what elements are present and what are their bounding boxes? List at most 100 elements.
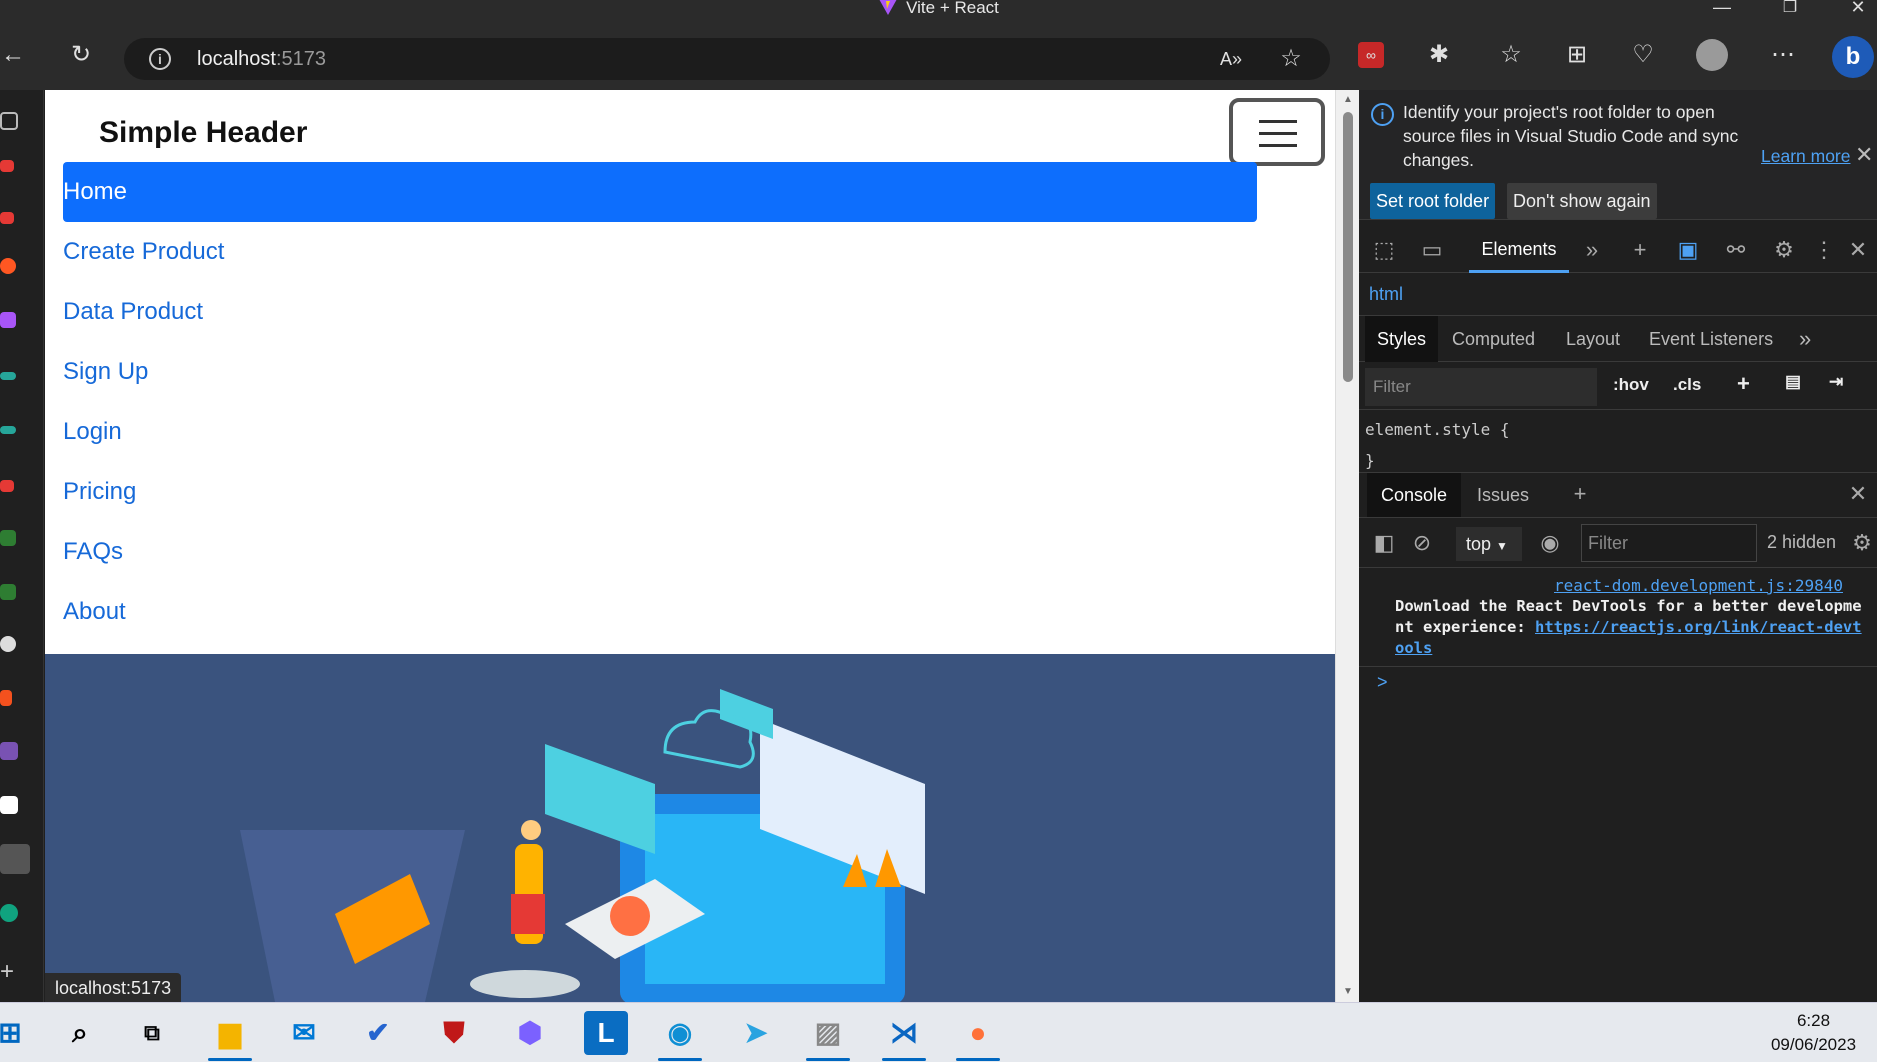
back-icon[interactable]: ← xyxy=(0,38,30,72)
nav-link-create-product[interactable]: Create Product xyxy=(63,222,1257,282)
url-text[interactable]: localhost:5173 xyxy=(197,48,326,71)
youtube-tab-icon[interactable] xyxy=(0,480,14,492)
task-view-icon[interactable]: ⧉ xyxy=(130,1011,174,1055)
youtube-tab-icon[interactable] xyxy=(0,160,14,172)
address-bar[interactable]: i localhost:5173 A» ☆ xyxy=(124,38,1330,80)
tab-actions-icon[interactable] xyxy=(0,112,18,130)
app-tab-icon[interactable] xyxy=(0,372,16,380)
refresh-icon[interactable]: ↻ xyxy=(64,38,98,72)
clear-console-icon[interactable]: ⊘ xyxy=(1407,528,1437,558)
styles-filter-input[interactable]: Filter xyxy=(1365,368,1597,406)
profile-avatar-icon[interactable] xyxy=(1696,39,1728,71)
sheets-tab-icon[interactable] xyxy=(0,530,16,546)
nav-link-data-product[interactable]: Data Product xyxy=(63,282,1257,342)
inspect-element-icon[interactable]: ⬚ xyxy=(1369,235,1399,265)
new-style-rule-icon[interactable]: + xyxy=(1737,371,1750,397)
nav-link-about[interactable]: About xyxy=(63,582,1257,642)
console-filter-input[interactable]: Filter xyxy=(1581,524,1757,562)
element-style-open[interactable]: element.style { xyxy=(1365,414,1510,445)
favorites-list-icon[interactable]: ☆ xyxy=(1494,38,1528,72)
active-vite-tab-icon[interactable] xyxy=(0,844,30,874)
scrollbar-thumb[interactable] xyxy=(1343,112,1353,382)
photos-app-icon[interactable]: ▨ xyxy=(806,1011,850,1061)
close-window-button[interactable]: ✕ xyxy=(1838,0,1877,18)
reddit-tab-icon[interactable] xyxy=(0,258,16,274)
settings-gear-icon[interactable]: ⚙ xyxy=(1769,235,1799,265)
nav-link-pricing[interactable]: Pricing xyxy=(63,462,1257,522)
tab-elements[interactable]: Elements xyxy=(1469,227,1569,273)
file-explorer-icon[interactable]: ▆ xyxy=(208,1011,252,1061)
console-sidebar-icon[interactable]: ◧ xyxy=(1369,528,1399,558)
add-tab-plus-icon[interactable]: + xyxy=(1625,235,1655,265)
dont-show-again-button[interactable]: Don't show again xyxy=(1507,183,1657,219)
extension-red-icon[interactable]: ∞ xyxy=(1358,42,1384,68)
telegram-icon[interactable]: ➤ xyxy=(734,1011,778,1055)
network-conditions-icon[interactable]: ⚯ xyxy=(1721,235,1751,265)
mcafee-shield-icon[interactable]: ⛊ xyxy=(432,1011,476,1055)
log-source-link[interactable]: react-dom.development.js:29840 xyxy=(1554,576,1843,595)
console-prompt[interactable]: > xyxy=(1377,672,1388,693)
hov-toggle[interactable]: :hov xyxy=(1613,375,1649,395)
tab-console[interactable]: Console xyxy=(1367,473,1462,517)
office-app-icon[interactable]: ⬢ xyxy=(508,1011,552,1055)
context-select[interactable]: top ▼ xyxy=(1456,527,1522,561)
console-settings-gear-icon[interactable]: ⚙ xyxy=(1847,528,1877,558)
sheets-tab-icon[interactable] xyxy=(0,584,16,600)
close-infobar-icon[interactable]: ✕ xyxy=(1855,142,1873,168)
system-clock[interactable]: 6:28 09/06/2023 xyxy=(1750,1009,1877,1057)
firefox-icon[interactable]: ● xyxy=(956,1011,1000,1061)
nav-link-faqs[interactable]: FAQs xyxy=(63,522,1257,582)
subtab-layout[interactable]: Layout xyxy=(1566,316,1620,362)
app-tab-icon[interactable] xyxy=(0,426,16,434)
feedback-icon[interactable]: ▣ xyxy=(1673,235,1703,265)
devtools-menu-icon[interactable]: ⋮ xyxy=(1809,235,1839,265)
learn-more-link[interactable]: Learn more xyxy=(1761,146,1851,167)
mail-icon[interactable]: ✉ xyxy=(282,1011,326,1055)
search-icon[interactable]: ⌕ xyxy=(58,1011,102,1055)
page-scrollbar[interactable]: ▲ ▼ xyxy=(1335,90,1359,1002)
navbar-brand[interactable]: Simple Header xyxy=(99,116,307,150)
paint-brush-icon[interactable]: ▤ xyxy=(1785,372,1801,392)
breadcrumb-html[interactable]: html xyxy=(1369,282,1403,307)
subtab-computed[interactable]: Computed xyxy=(1452,316,1535,362)
github-tab-icon[interactable] xyxy=(0,636,16,652)
notion-tab-icon[interactable] xyxy=(0,796,18,814)
cls-toggle[interactable]: .cls xyxy=(1673,375,1701,395)
extensions-puzzle-icon[interactable]: ✱ xyxy=(1422,38,1456,72)
tab-issues[interactable]: Issues xyxy=(1477,473,1529,517)
scroll-up-icon[interactable]: ▲ xyxy=(1342,94,1354,105)
nav-link-login[interactable]: Login xyxy=(63,402,1257,462)
vscode-icon[interactable]: ⋊ xyxy=(882,1011,926,1061)
youtube-tab-icon[interactable] xyxy=(0,212,14,224)
toggle-sidebar-icon[interactable]: ⇥ xyxy=(1829,372,1843,392)
site-info-icon[interactable]: i xyxy=(149,48,171,70)
close-devtools-icon[interactable]: ✕ xyxy=(1843,235,1873,265)
restore-button[interactable]: ❐ xyxy=(1770,0,1810,17)
favorite-star-icon[interactable]: ☆ xyxy=(1274,42,1308,76)
collections-icon[interactable]: ⊞ xyxy=(1560,38,1594,72)
bootstrap-tab-icon[interactable] xyxy=(0,742,18,760)
navbar-toggler-button[interactable] xyxy=(1229,98,1325,166)
start-windows-icon[interactable]: ⊞ xyxy=(0,1011,32,1055)
live-expression-eye-icon[interactable]: ◉ xyxy=(1535,528,1565,558)
more-tabs-chevron-icon[interactable]: » xyxy=(1577,235,1607,265)
more-subtabs-chevron-icon[interactable]: » xyxy=(1799,316,1811,362)
browser-essentials-icon[interactable]: ♡ xyxy=(1626,38,1660,72)
nav-link-sign-up[interactable]: Sign Up xyxy=(63,342,1257,402)
subtab-styles[interactable]: Styles xyxy=(1365,316,1439,362)
new-tab-plus-icon[interactable]: + xyxy=(0,958,22,985)
minimize-button[interactable]: — xyxy=(1702,0,1742,18)
device-toolbar-icon[interactable]: ▭ xyxy=(1417,235,1447,265)
bing-copilot-icon[interactable]: b xyxy=(1832,36,1874,78)
more-menu-icon[interactable]: ⋯ xyxy=(1766,38,1800,72)
todo-check-icon[interactable]: ✔ xyxy=(356,1011,400,1055)
scroll-down-icon[interactable]: ▼ xyxy=(1342,986,1354,997)
add-drawer-tab-icon[interactable]: + xyxy=(1565,479,1595,509)
edge-browser-icon[interactable]: ◉ xyxy=(658,1011,702,1061)
subtab-event-listeners[interactable]: Event Listeners xyxy=(1649,316,1773,362)
vite-tab-icon[interactable] xyxy=(0,312,16,328)
read-aloud-icon[interactable]: A» xyxy=(1214,42,1248,76)
chatgpt-tab-icon[interactable] xyxy=(0,904,18,922)
figma-tab-icon[interactable] xyxy=(0,690,12,706)
set-root-folder-button[interactable]: Set root folder xyxy=(1370,183,1496,219)
